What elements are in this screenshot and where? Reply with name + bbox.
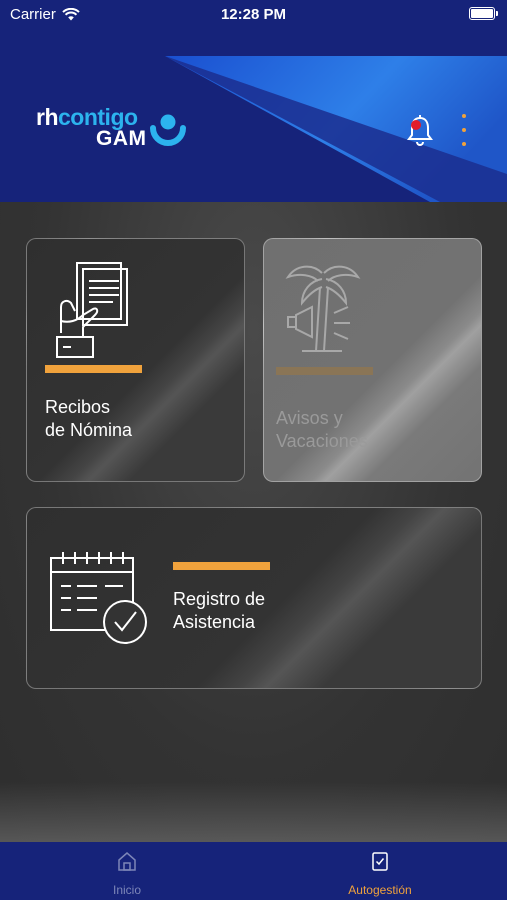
card-accent-bar bbox=[173, 562, 270, 570]
logo-gam-text: GAM bbox=[96, 127, 147, 150]
menu-dot bbox=[462, 114, 466, 118]
card-label-line: Vacaciones bbox=[276, 431, 368, 451]
menu-dot bbox=[462, 128, 466, 132]
status-bar: Carrier 12:28 PM bbox=[0, 0, 507, 56]
palm-tree-megaphone-icon bbox=[285, 265, 361, 352]
app-logo: rhcontigo GAM bbox=[36, 104, 196, 154]
home-icon bbox=[118, 852, 136, 871]
status-time: 12:28 PM bbox=[220, 6, 287, 23]
card-label-line: Registro de bbox=[173, 589, 266, 609]
attendance-record-card[interactable]: Registro de Asistencia bbox=[26, 507, 482, 689]
clipboard-check-icon bbox=[372, 852, 388, 871]
notifications-button[interactable] bbox=[405, 114, 435, 148]
tab-label: Autogestión bbox=[348, 883, 412, 897]
bell-icon bbox=[407, 115, 433, 146]
battery-icon bbox=[469, 7, 498, 20]
card-accent-bar bbox=[45, 365, 142, 373]
tab-label: Inicio bbox=[112, 883, 141, 897]
payroll-document-hand-icon bbox=[56, 262, 128, 358]
card-label: Recibos de Nómina bbox=[45, 396, 132, 442]
logo-person-icon bbox=[150, 114, 186, 146]
payroll-receipts-card[interactable]: Recibos de Nómina bbox=[26, 238, 245, 482]
card-label-line: de Nómina bbox=[45, 420, 133, 440]
card-label-line: Asistencia bbox=[173, 612, 256, 632]
main-content: Recibos de Nómina Avisos y Vacaciones Re… bbox=[0, 202, 507, 842]
notices-vacations-card: Avisos y Vacaciones bbox=[263, 238, 482, 482]
tab-autogestion[interactable]: Autogestión bbox=[320, 850, 440, 897]
card-label: Registro de Asistencia bbox=[173, 588, 265, 634]
app-header: rhcontigo GAM bbox=[0, 56, 507, 202]
card-label: Avisos y Vacaciones bbox=[276, 407, 368, 453]
tab-inicio[interactable]: Inicio bbox=[67, 850, 187, 897]
bottom-tab-bar: Inicio Autogestión bbox=[0, 842, 507, 900]
logo-rh-text: rh bbox=[36, 104, 59, 130]
calendar-check-icon bbox=[50, 552, 147, 644]
menu-dot bbox=[462, 142, 466, 146]
card-label-line: Avisos y bbox=[276, 408, 343, 428]
more-menu-button[interactable] bbox=[455, 112, 473, 148]
card-label-line: Recibos bbox=[45, 397, 111, 417]
card-accent-bar bbox=[276, 367, 373, 375]
